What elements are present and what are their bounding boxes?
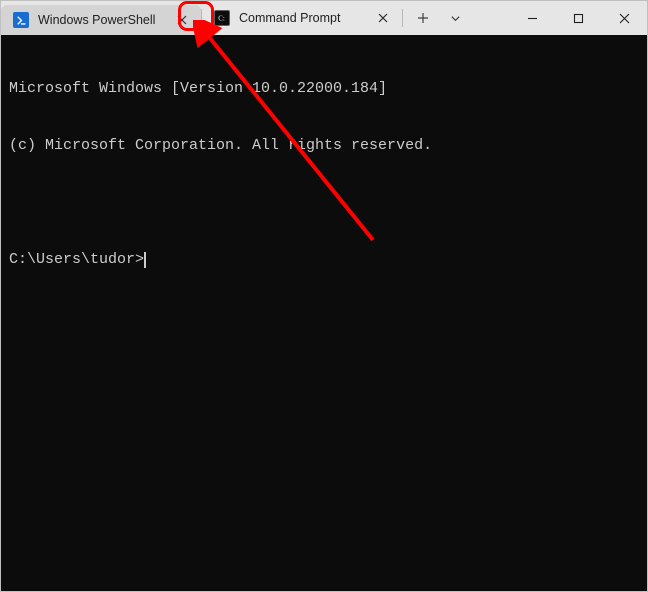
close-icon — [177, 15, 187, 25]
close-icon — [378, 13, 388, 23]
powershell-icon — [13, 12, 29, 28]
minimize-button[interactable] — [509, 1, 555, 35]
terminal-line: Microsoft Windows [Version 10.0.22000.18… — [9, 79, 639, 98]
terminal-window: Windows PowerShell C: Command Prompt — [0, 0, 648, 592]
chevron-down-icon — [450, 13, 461, 24]
minimize-icon — [527, 13, 538, 24]
close-window-button[interactable] — [601, 1, 647, 35]
close-tab-button[interactable] — [374, 9, 392, 27]
close-tab-button[interactable] — [173, 11, 191, 29]
tab-label: Windows PowerShell — [38, 13, 164, 27]
prompt-text: C:\Users\tudor> — [9, 251, 144, 268]
new-tab-button[interactable] — [407, 3, 439, 33]
cursor — [144, 252, 146, 268]
tab-powershell[interactable]: Windows PowerShell — [1, 5, 201, 35]
maximize-button[interactable] — [555, 1, 601, 35]
terminal-output[interactable]: Microsoft Windows [Version 10.0.22000.18… — [1, 35, 647, 591]
terminal-line: (c) Microsoft Corporation. All rights re… — [9, 136, 639, 155]
terminal-line — [9, 193, 639, 212]
tab-strip: Windows PowerShell C: Command Prompt — [1, 1, 509, 35]
window-controls — [509, 1, 647, 35]
tab-controls — [403, 1, 475, 35]
maximize-icon — [573, 13, 584, 24]
terminal-prompt-line: C:\Users\tudor> — [9, 250, 639, 269]
close-icon — [619, 13, 630, 24]
svg-text:C:: C: — [218, 16, 225, 23]
tab-command-prompt[interactable]: C: Command Prompt — [202, 1, 402, 35]
plus-icon — [417, 12, 429, 24]
tab-label: Command Prompt — [239, 11, 365, 25]
tab-dropdown-button[interactable] — [439, 3, 471, 33]
command-prompt-icon: C: — [214, 10, 230, 26]
titlebar[interactable]: Windows PowerShell C: Command Prompt — [1, 1, 647, 35]
